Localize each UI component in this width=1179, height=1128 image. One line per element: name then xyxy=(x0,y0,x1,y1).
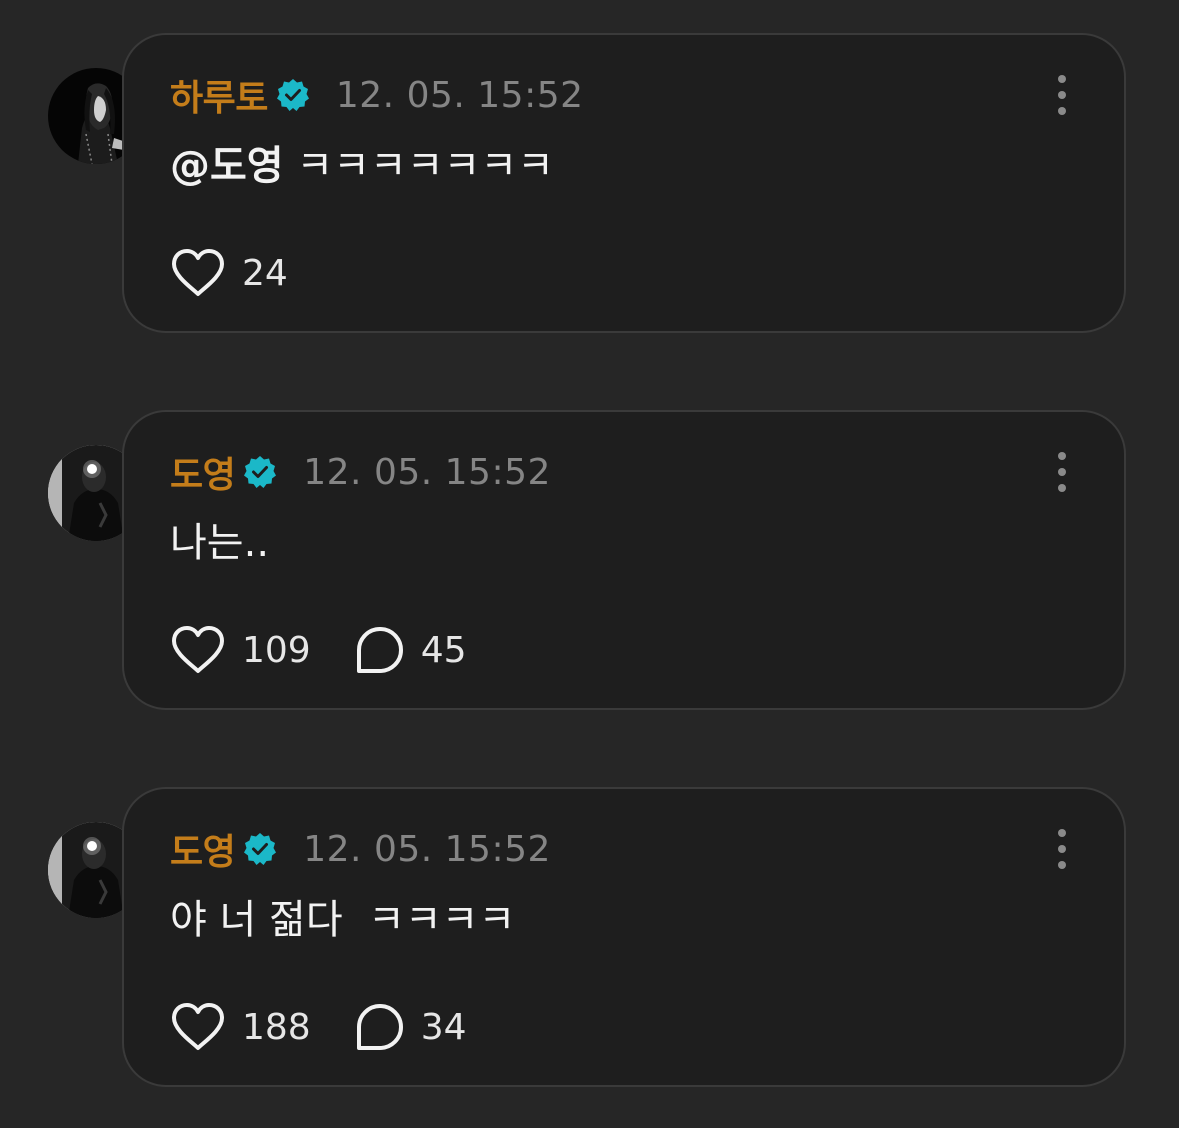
heart-icon xyxy=(172,249,224,296)
comment-actions: 24 xyxy=(170,245,332,301)
verified-badge-icon xyxy=(243,455,277,489)
like-button[interactable]: 109 xyxy=(170,625,311,675)
more-options-icon[interactable] xyxy=(1052,827,1072,871)
like-count: 109 xyxy=(242,629,311,671)
heart-icon xyxy=(172,626,224,673)
verified-badge-icon xyxy=(276,78,310,112)
comment-thread: 하루토 12. 05. 15:52 @도영 ㅋㅋㅋㅋㅋㅋㅋ 24 도영 12. … xyxy=(0,0,1179,1128)
comment-actions: 188 34 xyxy=(170,999,511,1055)
comment-actions: 109 45 xyxy=(170,622,511,678)
mention-link[interactable]: @도영 xyxy=(170,143,284,189)
comment-text: 나는.. xyxy=(170,520,270,566)
like-count: 188 xyxy=(242,1006,311,1048)
timestamp: 12. 05. 15:52 xyxy=(303,828,551,870)
comment-text: 야 너 젊다 ㅋㅋㅋㅋ xyxy=(170,897,516,943)
reply-count: 34 xyxy=(420,1006,467,1048)
username[interactable]: 도영 xyxy=(170,446,236,498)
username[interactable]: 도영 xyxy=(170,823,236,875)
verified-badge-icon xyxy=(243,832,277,866)
timestamp: 12. 05. 15:52 xyxy=(303,451,551,493)
like-button[interactable]: 24 xyxy=(170,248,288,298)
like-count: 24 xyxy=(242,252,288,294)
comment-item: 도영 12. 05. 15:52 야 너 젊다 ㅋㅋㅋㅋ 188 34 xyxy=(0,787,1179,1089)
username[interactable]: 하루토 xyxy=(170,69,268,121)
comment-header: 도영 12. 05. 15:52 xyxy=(170,823,551,875)
comment-body: ㅋㅋㅋㅋㅋㅋㅋ xyxy=(283,143,554,189)
reply-bubble-icon xyxy=(356,1004,403,1050)
like-button[interactable]: 188 xyxy=(170,1002,311,1052)
reply-count: 45 xyxy=(420,629,467,671)
comment-item: 하루토 12. 05. 15:52 @도영 ㅋㅋㅋㅋㅋㅋㅋ 24 xyxy=(0,33,1179,335)
comment-item: 도영 12. 05. 15:52 나는.. 109 45 xyxy=(0,410,1179,712)
comment-text: @도영 ㅋㅋㅋㅋㅋㅋㅋ xyxy=(170,133,554,191)
reply-button[interactable]: 34 xyxy=(355,1002,467,1052)
comment-header: 도영 12. 05. 15:52 xyxy=(170,446,551,498)
heart-icon xyxy=(172,1003,224,1050)
comment-header: 하루토 12. 05. 15:52 xyxy=(170,69,584,121)
reply-button[interactable]: 45 xyxy=(355,625,467,675)
comment-card: 도영 12. 05. 15:52 나는.. 109 45 xyxy=(122,410,1126,710)
reply-bubble-icon xyxy=(356,627,403,673)
timestamp: 12. 05. 15:52 xyxy=(335,74,584,116)
more-options-icon[interactable] xyxy=(1052,73,1072,117)
comment-card: 도영 12. 05. 15:52 야 너 젊다 ㅋㅋㅋㅋ 188 34 xyxy=(122,787,1126,1087)
comment-card: 하루토 12. 05. 15:52 @도영 ㅋㅋㅋㅋㅋㅋㅋ 24 xyxy=(122,33,1126,333)
more-options-icon[interactable] xyxy=(1052,450,1072,494)
